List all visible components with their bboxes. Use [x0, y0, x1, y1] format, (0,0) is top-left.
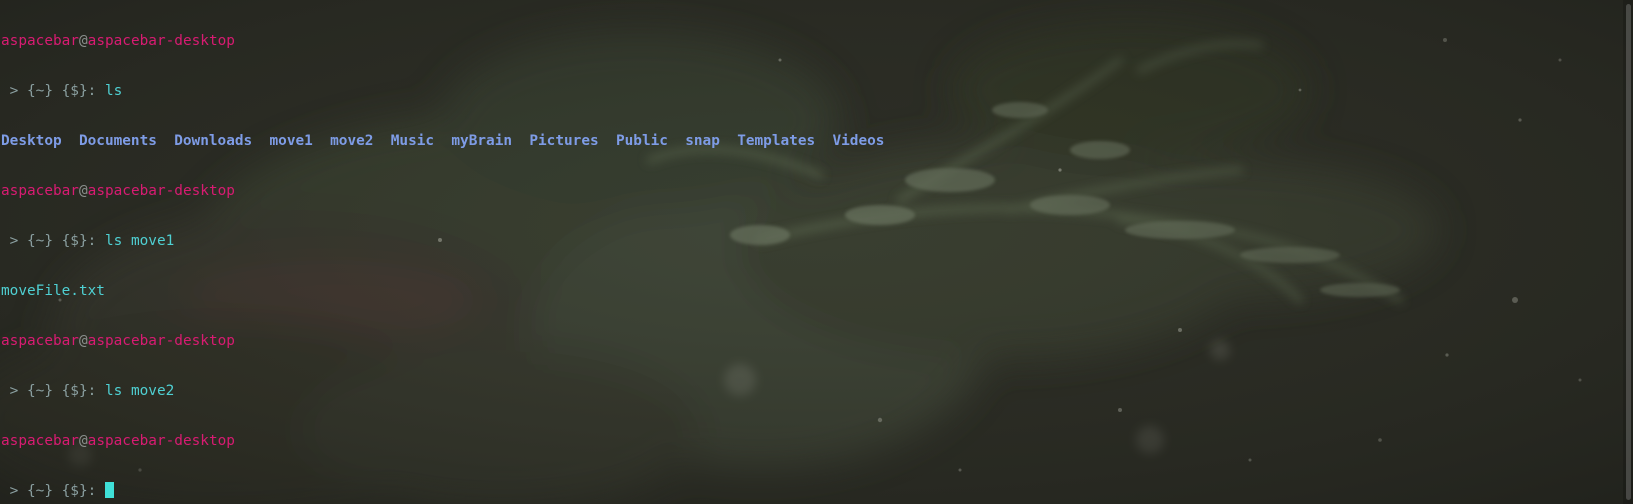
prompt-host: aspacebar-desktop [87, 333, 235, 349]
prompt-host: aspacebar-desktop [87, 183, 235, 199]
dir-entry: snap [685, 133, 720, 149]
scrollbar-thumb[interactable] [1626, 4, 1631, 500]
prompt-user: aspacebar [1, 433, 79, 449]
dir-entry: Desktop [1, 133, 62, 149]
prompt-at: @ [78, 33, 88, 49]
prompt-header: aspacebar@aspacebar-desktop [0, 432, 1622, 450]
prompt-user: aspacebar [1, 183, 79, 199]
active-command-line[interactable]: > {~} {$}: [0, 482, 1622, 500]
prompt-symbol: > {~} {$}: [1, 383, 105, 399]
dir-entry: Documents [78, 133, 157, 149]
prompt-header: aspacebar@aspacebar-desktop [0, 182, 1622, 200]
file-output-line: moveFile.txt [0, 282, 1622, 300]
prompt-symbol: > {~} {$}: [1, 83, 105, 99]
prompt-user: aspacebar [1, 33, 79, 49]
dir-entry: Public [615, 133, 668, 149]
prompt-at: @ [78, 333, 88, 349]
prompt-host: aspacebar-desktop [87, 33, 235, 49]
command-text: ls move1 [104, 233, 175, 249]
command-line: > {~} {$}: ls move2 [0, 382, 1622, 400]
dir-entry: Templates [737, 133, 816, 149]
prompt-symbol: > {~} {$}: [1, 483, 105, 499]
dir-entry: Pictures [529, 133, 599, 149]
ls-output-line: Desktop Documents Downloads move1 move2 Music… [0, 132, 1622, 150]
dir-entry: myBrain [451, 133, 513, 149]
prompt-header: aspacebar@aspacebar-desktop [0, 332, 1622, 350]
command-line: > {~} {$}: ls [0, 82, 1622, 100]
dir-entry: move2 [330, 133, 374, 149]
terminal-cursor[interactable] [104, 482, 114, 498]
prompt-host: aspacebar-desktop [87, 433, 235, 449]
dir-entry: Downloads [174, 133, 253, 149]
prompt-symbol: > {~} {$}: [1, 233, 105, 249]
dir-entry: Videos [832, 133, 885, 149]
terminal-output[interactable]: aspacebar@aspacebar-desktop > {~} {$}: l… [0, 0, 1622, 504]
dir-entry: move1 [269, 133, 313, 149]
command-line: > {~} {$}: ls move1 [0, 232, 1622, 250]
prompt-header: aspacebar@aspacebar-desktop [0, 32, 1622, 50]
terminal-scrollbar[interactable] [1623, 0, 1633, 504]
command-text: ls move2 [104, 383, 175, 399]
dir-entry: Music [390, 133, 435, 149]
command-text: ls [104, 83, 123, 99]
prompt-at: @ [78, 433, 88, 449]
prompt-at: @ [78, 183, 88, 199]
prompt-user: aspacebar [1, 333, 79, 349]
file-entry: moveFile.txt [1, 283, 105, 299]
